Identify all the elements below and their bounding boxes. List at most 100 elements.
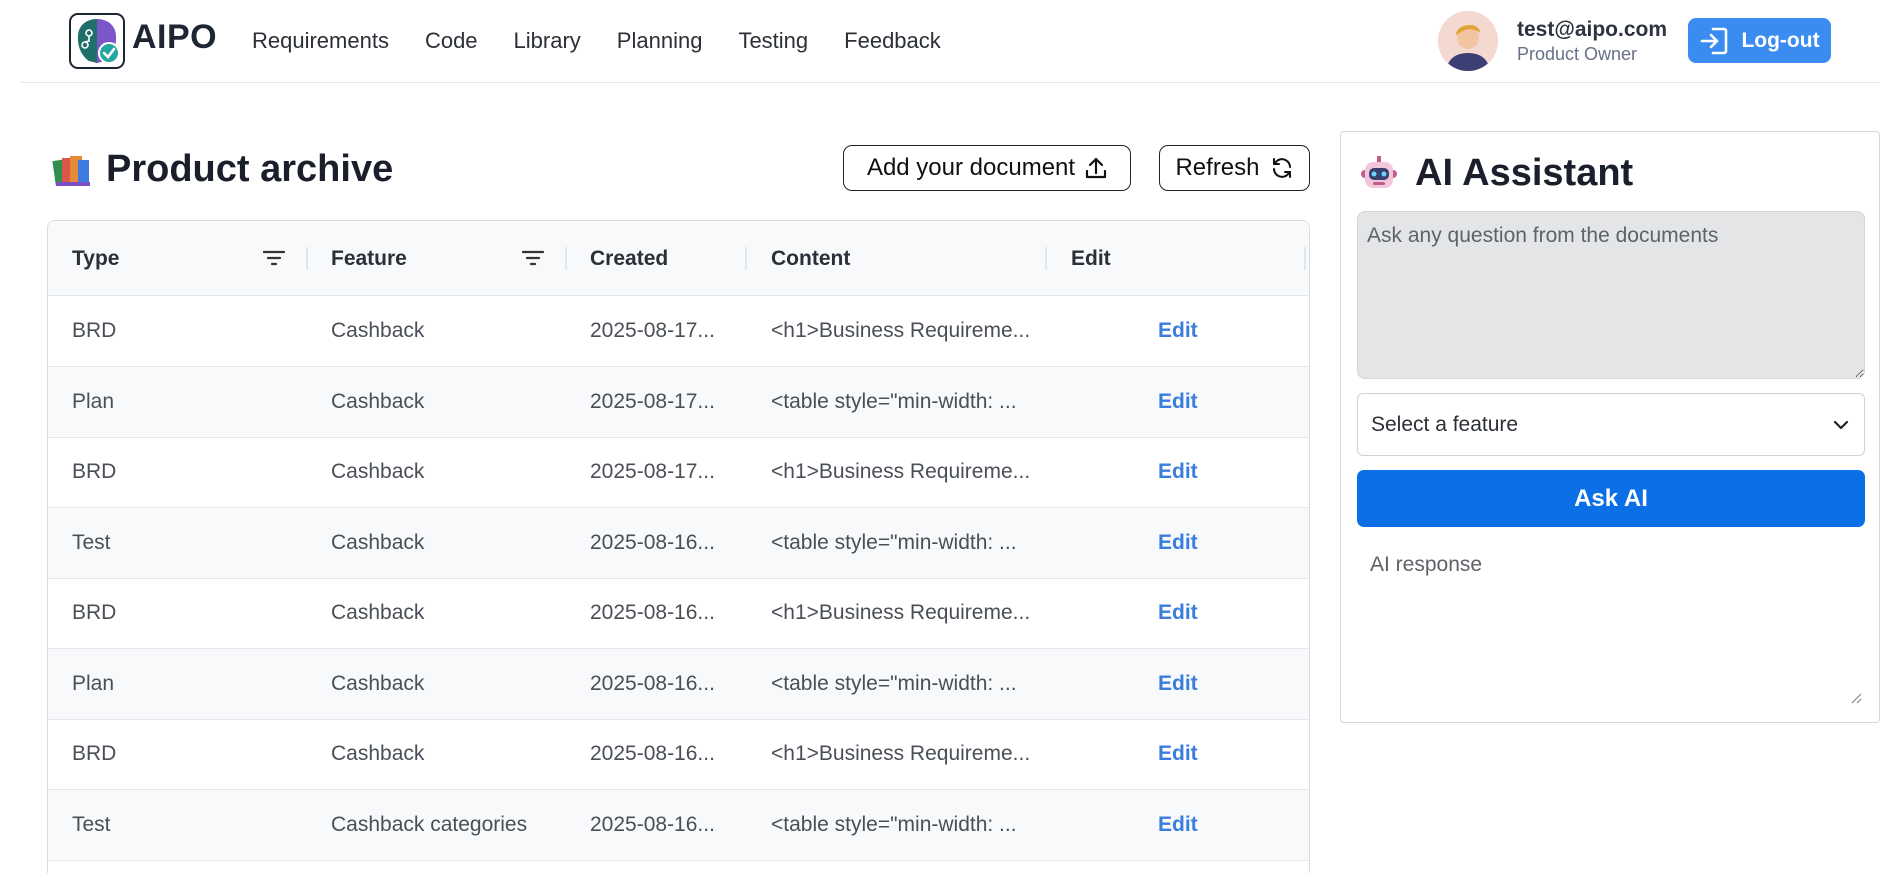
table-header: Type Feature Created Content Edit (48, 221, 1309, 296)
edit-link[interactable]: Edit (1158, 719, 1198, 789)
feature-select-value: Select a feature (1371, 412, 1519, 436)
filter-icon[interactable] (263, 249, 285, 267)
cell-type: BRD (72, 742, 117, 765)
column-feature[interactable]: Feature (331, 221, 407, 296)
cell-content: <table style="min-width: ... (771, 389, 1017, 413)
table-row[interactable]: Test Cashback categories 2025-08-16... <tab… (48, 789, 1309, 861)
user-email: test@aipo.com (1517, 18, 1668, 41)
cell-feature: Cashback (331, 601, 425, 624)
cell-content: <h1>Business Requireme... (771, 319, 1031, 342)
nav-feedback[interactable]: Feedback (844, 28, 941, 54)
column-separator[interactable] (1045, 247, 1047, 270)
cell-content: <h1>Business Requireme... (771, 742, 1031, 765)
column-type[interactable]: Type (72, 221, 119, 296)
page-title: Product archive (106, 148, 394, 190)
add-document-button[interactable]: Add your document (843, 145, 1131, 191)
cell-type: BRD (72, 601, 117, 624)
cell-content: <table style="min-width: ... (771, 812, 1017, 836)
login-icon (1701, 27, 1728, 54)
cell-type: Plan (72, 389, 115, 413)
avatar[interactable] (1438, 11, 1498, 71)
nav-library[interactable]: Library (514, 28, 581, 54)
table-row[interactable]: Test Cashback 2025-08-16... <table style="m… (48, 507, 1309, 579)
cell-feature: Cashback (331, 742, 425, 765)
cell-created: 2025-08-17... (590, 319, 715, 342)
column-separator[interactable] (745, 247, 747, 270)
cell-created: 2025-08-16... (590, 742, 715, 765)
edit-link[interactable]: Edit (1158, 649, 1198, 719)
column-content[interactable]: Content (771, 221, 850, 296)
cell-content: <table style="min-width: ... (771, 530, 1017, 554)
ai-assistant-panel: AI Assistant Select a feature Ask AI AI … (1340, 131, 1880, 723)
cell-type: BRD (72, 460, 117, 483)
ai-title: AI Assistant (1415, 152, 1634, 194)
brand-name: AIPO (132, 18, 218, 56)
cell-feature: Cashback (331, 460, 425, 483)
cell-content: <h1>Business Requireme... (771, 460, 1031, 483)
column-separator[interactable] (306, 247, 308, 270)
cell-type: BRD (72, 319, 117, 342)
cell-feature: Cashback (331, 530, 425, 554)
column-separator[interactable] (565, 247, 567, 270)
logout-label: Log-out (1741, 28, 1820, 52)
cell-feature: Cashback (331, 319, 425, 342)
cell-content: <table style="min-width: ... (771, 671, 1017, 695)
ask-ai-button[interactable]: Ask AI (1357, 470, 1865, 527)
cell-feature: Cashback categories (331, 812, 528, 836)
cell-created: 2025-08-16... (590, 812, 715, 836)
feature-select[interactable]: Select a feature (1357, 393, 1865, 456)
edit-link[interactable]: Edit (1158, 367, 1198, 437)
cell-created: 2025-08-16... (590, 671, 715, 695)
cell-created: 2025-08-16... (590, 601, 715, 624)
refresh-label: Refresh (1175, 154, 1260, 181)
column-created[interactable]: Created (590, 221, 668, 296)
main-nav: Requirements Code Library Planning Testi… (252, 28, 977, 54)
refresh-icon (1272, 158, 1291, 178)
avatar-icon (1438, 11, 1498, 71)
table-row[interactable]: BRD Cashback 2025-08-17... <h1>Business Req… (48, 296, 1309, 367)
table-row[interactable]: BRD Cashback 2025-08-17... <h1>Business Req… (48, 437, 1309, 508)
refresh-button[interactable]: Refresh (1159, 145, 1310, 191)
ai-response-area[interactable]: AI response (1357, 541, 1865, 707)
ai-question-input[interactable] (1357, 211, 1865, 379)
edit-link[interactable]: Edit (1158, 296, 1198, 366)
chevron-down-icon (1833, 420, 1849, 430)
robot-icon (1361, 155, 1397, 188)
nav-testing[interactable]: Testing (738, 28, 808, 54)
cell-type: Test (72, 530, 111, 554)
cell-content: <h1>Business Requireme... (771, 601, 1031, 624)
cell-created: 2025-08-16... (590, 530, 715, 554)
books-icon (52, 155, 90, 186)
ai-response-placeholder: AI response (1370, 553, 1483, 576)
table-row[interactable]: Plan Cashback 2025-08-17... <table style="m… (48, 366, 1309, 438)
table-row[interactable]: BRD Cashback 2025-08-16... <h1>Business Req… (48, 719, 1309, 790)
table-row[interactable]: BRD Cashback 2025-08-16... <h1>Business Req… (48, 578, 1309, 649)
user-role: Product Owner (1517, 44, 1638, 64)
nav-requirements[interactable]: Requirements (252, 28, 389, 54)
upload-icon (1085, 157, 1107, 179)
table-row[interactable]: Plan Cashback 2025-08-16... <table style="m… (48, 648, 1309, 720)
cell-type: Test (72, 812, 111, 836)
column-separator[interactable] (1304, 247, 1306, 270)
nav-planning[interactable]: Planning (617, 28, 703, 54)
cell-created: 2025-08-17... (590, 389, 715, 413)
edit-link[interactable]: Edit (1158, 790, 1198, 860)
archive-table: Type Feature Created Content Edit BRD Cas… (47, 220, 1310, 873)
cell-created: 2025-08-17... (590, 460, 715, 483)
cell-type: Plan (72, 671, 115, 695)
filter-icon[interactable] (522, 249, 544, 267)
top-header: AIPO Requirements Code Library Planning … (20, 0, 1880, 83)
brain-check-icon[interactable] (69, 13, 125, 69)
edit-link[interactable]: Edit (1158, 437, 1198, 507)
column-edit: Edit (1071, 246, 1111, 270)
ai-heading: AI Assistant (1359, 152, 1633, 195)
cell-feature: Cashback (331, 671, 425, 695)
cell-feature: Cashback (331, 389, 425, 413)
edit-link[interactable]: Edit (1158, 508, 1198, 578)
logout-button[interactable]: Log-out (1688, 18, 1831, 63)
edit-link[interactable]: Edit (1158, 578, 1198, 648)
resize-grip-icon[interactable] (1851, 693, 1862, 704)
archive-heading: Product archive (52, 148, 393, 191)
add-document-label: Add your document (866, 154, 1076, 181)
nav-code[interactable]: Code (425, 28, 478, 54)
